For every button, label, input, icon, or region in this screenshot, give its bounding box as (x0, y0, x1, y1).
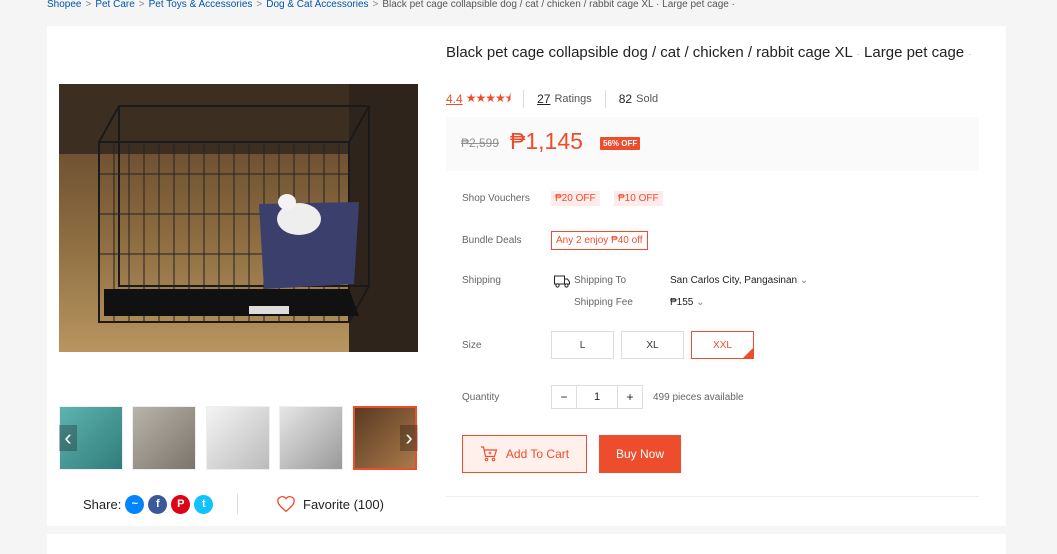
breadcrumb-dog-cat-accessories[interactable]: Dog & Cat Accessories (266, 0, 368, 10)
ratings-count[interactable]: 27 (537, 92, 550, 106)
stock-available: 499 pieces available (653, 392, 744, 403)
chevron-down-icon: ⌄ (696, 297, 705, 308)
chevron-down-icon: ⌄ (799, 275, 809, 286)
star-rating-icon: ★★★★⯨ (465, 90, 511, 105)
original-price: ₱2,599 (461, 136, 500, 150)
share-row: Share: ~ f P t (83, 494, 214, 514)
share-label: Share: (83, 496, 122, 512)
quantity-label: Quantity (462, 392, 500, 403)
thumbnail-3[interactable] (206, 406, 270, 470)
breadcrumb: Shopee > Pet Care > Pet Toys & Accessories > D… (47, 0, 735, 12)
dot-separator: · (968, 49, 972, 60)
pinterest-icon[interactable]: P (171, 494, 191, 514)
quantity-stepper: − 1 + (551, 385, 643, 409)
product-title-main: Black pet cage collapsible dog / cat / c… (446, 44, 853, 61)
add-to-cart-label: Add To Cart (505, 447, 570, 461)
dot-separator: · (856, 49, 860, 60)
chevron-right-icon: > (372, 0, 379, 10)
shipping-fee-label: Shipping Fee (574, 297, 633, 308)
voucher-chip-2[interactable]: ₱10 OFF (614, 191, 663, 206)
shipping-label: Shipping (462, 275, 501, 286)
decrease-quantity-button[interactable]: − (552, 386, 576, 408)
product-card: ‹ › Share: ~ f P t Favorite (100) Black … (47, 26, 1006, 526)
favorite-button[interactable]: Favorite (100) (276, 494, 384, 514)
twitter-icon[interactable]: t (194, 494, 214, 514)
buy-now-button[interactable]: Buy Now (599, 435, 681, 473)
rating-value[interactable]: 4.4 (446, 92, 463, 106)
size-label: Size (462, 340, 482, 351)
breadcrumb-current: Black pet cage collapsible dog / cat / c… (382, 0, 735, 10)
chevron-left-icon[interactable]: ‹ (59, 425, 77, 451)
heart-icon (277, 495, 295, 513)
sold-count: 82 (618, 92, 633, 106)
divider (237, 494, 238, 514)
divider (523, 90, 525, 108)
sold-label: Sold (636, 93, 659, 105)
cage-illustration (59, 84, 418, 352)
bundle-deal-chip[interactable]: Any 2 enjoy ₱40 off (551, 231, 648, 250)
current-price: ₱1,145 (510, 128, 583, 154)
facebook-icon[interactable]: f (148, 494, 168, 514)
truck-icon (554, 275, 570, 288)
cart-icon (480, 446, 498, 462)
next-section-card (47, 534, 1006, 554)
chevron-right-icon: > (256, 0, 263, 10)
thumbnail-4[interactable] (279, 406, 343, 470)
increase-quantity-button[interactable]: + (618, 386, 642, 408)
size-option-xxl[interactable]: XXL (691, 331, 754, 359)
divider (446, 496, 979, 497)
size-option-l[interactable]: L (551, 331, 614, 359)
chevron-right-icon: > (85, 0, 92, 10)
shipping-destination-text: San Carlos City, Pangasinan (670, 275, 798, 286)
price-box: ₱2,599 ₱1,145 56% OFF (446, 117, 979, 171)
add-to-cart-button[interactable]: Add To Cart (462, 435, 587, 473)
favorite-label: Favorite (100) (303, 496, 384, 512)
breadcrumb-shopee[interactable]: Shopee (47, 0, 81, 10)
chevron-right-icon: > (138, 0, 145, 10)
product-main-image[interactable] (59, 84, 418, 352)
vouchers-label: Shop Vouchers (462, 193, 530, 204)
voucher-chip-1[interactable]: ₱20 OFF (551, 191, 600, 206)
size-option-xl[interactable]: XL (621, 331, 684, 359)
breadcrumb-pet-care[interactable]: Pet Care (95, 0, 134, 10)
thumbnail-strip: ‹ › (59, 406, 418, 472)
product-title-sub: Large pet cage (864, 44, 965, 61)
shipping-to-label: Shipping To (574, 275, 627, 286)
bundle-label: Bundle Deals (462, 235, 522, 246)
product-title: Black pet cage collapsible dog / cat / c… (446, 42, 986, 65)
rating-row: 4.4 ★★★★⯨ 27 Ratings 82 Sold (446, 90, 658, 108)
divider (604, 90, 606, 108)
discount-badge: 56% OFF (600, 137, 641, 150)
chevron-right-icon[interactable]: › (400, 425, 418, 451)
shipping-fee-text: ₱155 (670, 297, 694, 308)
shipping-fee[interactable]: ₱155 ⌄ (670, 297, 705, 308)
messenger-icon[interactable]: ~ (125, 494, 145, 514)
thumbnail-2[interactable] (132, 406, 196, 470)
quantity-input[interactable]: 1 (576, 386, 618, 408)
ratings-label: Ratings (554, 93, 592, 105)
shipping-destination[interactable]: San Carlos City, Pangasinan ⌄ (670, 275, 808, 286)
breadcrumb-pet-toys[interactable]: Pet Toys & Accessories (149, 0, 253, 10)
